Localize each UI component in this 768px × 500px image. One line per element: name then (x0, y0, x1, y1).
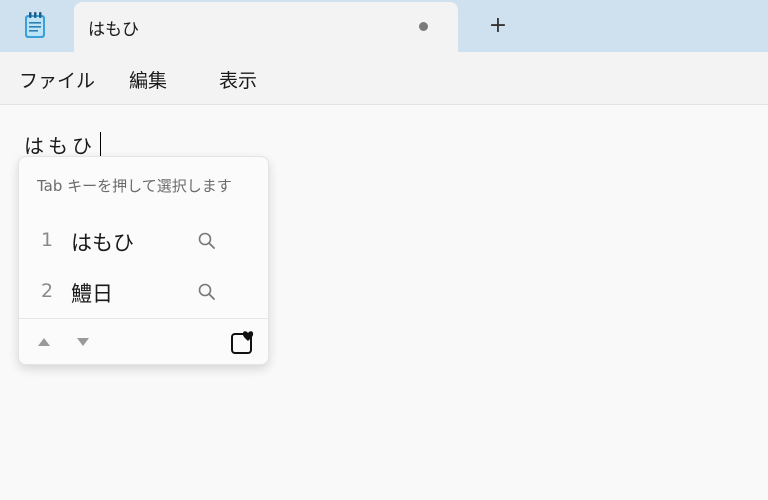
text-caret (100, 132, 101, 156)
ime-candidate-window: Tab キーを押して選択します 1 はもひ 2 鱧日 (18, 156, 269, 365)
candidate-item[interactable]: 2 鱧日 (19, 268, 268, 314)
menu-view[interactable]: 表示 (219, 66, 257, 93)
menu-file[interactable]: ファイル (19, 66, 95, 93)
new-tab-button[interactable]: + (484, 12, 512, 40)
favorite-icon[interactable] (230, 329, 256, 355)
search-icon[interactable] (197, 282, 217, 302)
menu-edit[interactable]: 編集 (129, 66, 167, 93)
candidate-text: 鱧日 (71, 282, 113, 306)
notepad-icon (25, 12, 45, 38)
candidate-text: はもひ (71, 231, 134, 255)
ime-hint: Tab キーを押して選択します (37, 177, 232, 195)
menu-bar: ファイル 編集 表示 (0, 52, 768, 105)
unsaved-dot-icon[interactable] (419, 22, 428, 31)
candidate-item[interactable]: 1 はもひ (19, 217, 268, 263)
title-bar: はもひ + (0, 0, 768, 52)
search-icon[interactable] (197, 231, 217, 251)
divider (19, 318, 268, 319)
candidate-number: 2 (41, 280, 54, 302)
triangle-up-icon[interactable] (37, 337, 51, 347)
tab-title: はもひ (88, 20, 139, 40)
triangle-down-icon[interactable] (76, 337, 90, 347)
tab-document[interactable]: はもひ (74, 2, 458, 52)
candidate-number: 1 (41, 229, 54, 251)
